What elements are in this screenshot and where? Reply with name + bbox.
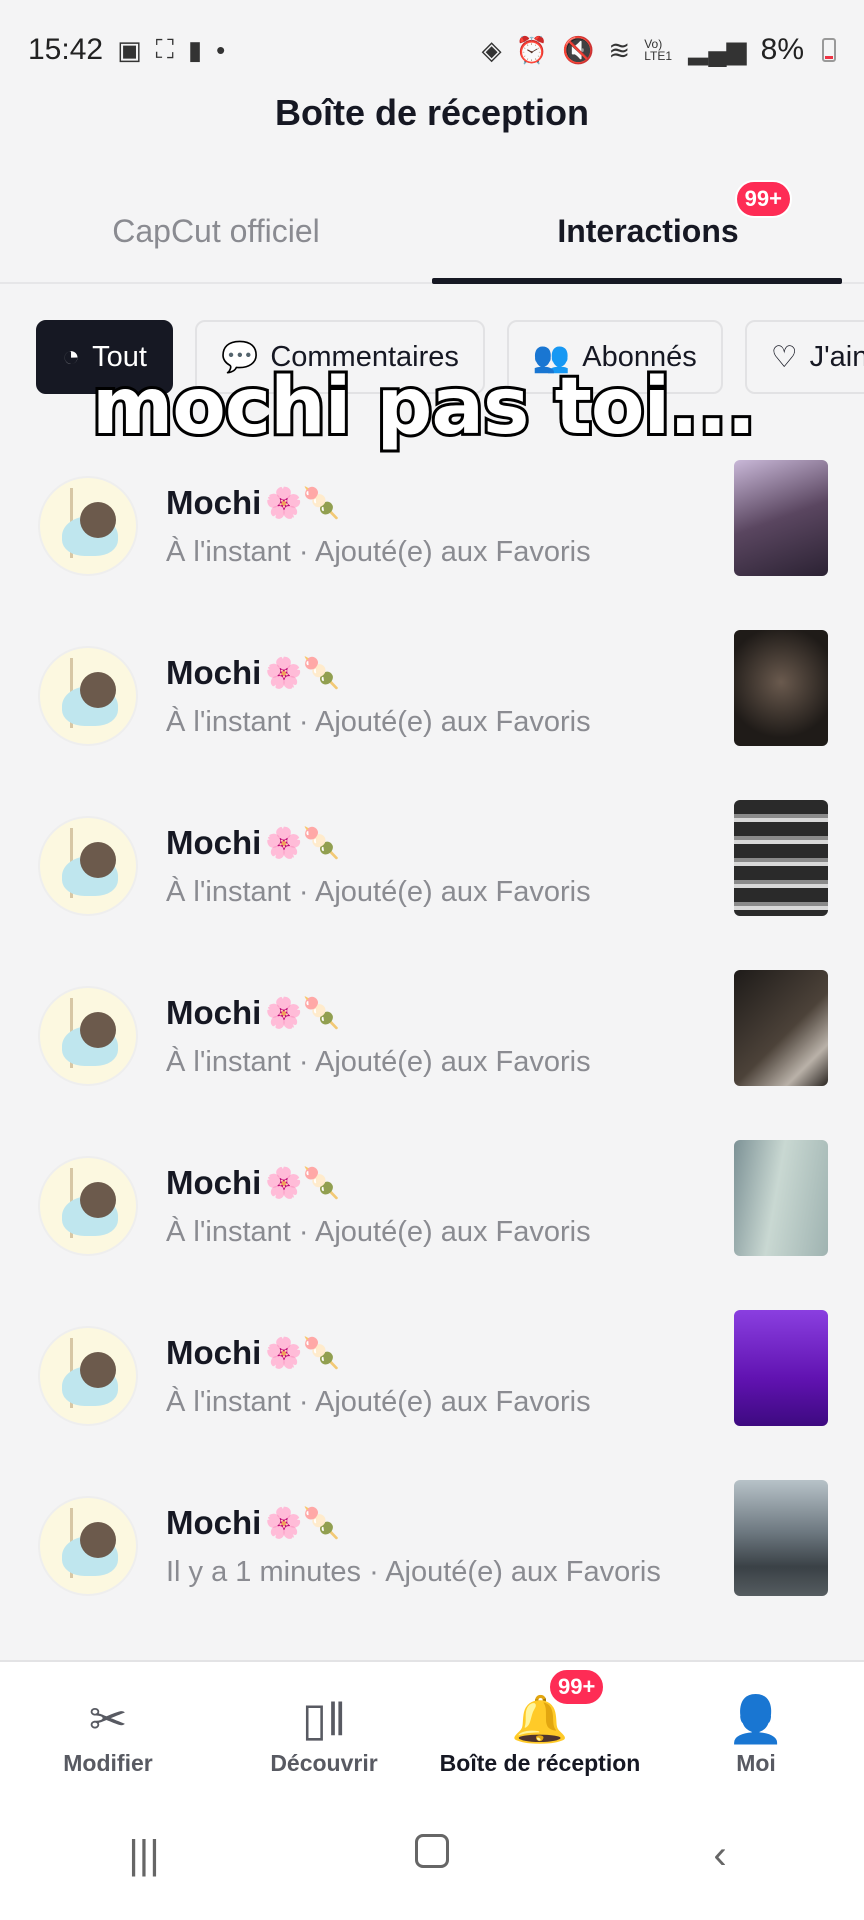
user-name[interactable]: Mochi: [166, 1164, 261, 1202]
video-thumbnail[interactable]: [734, 800, 828, 916]
nav-label: Découvrir: [270, 1750, 378, 1776]
dot-icon: •: [216, 34, 226, 65]
home-icon[interactable]: [372, 1833, 492, 1878]
wifi-icon: ≋: [608, 34, 631, 65]
video-thumbnail[interactable]: [734, 1310, 828, 1426]
mute-icon: 🔇: [562, 34, 595, 65]
name-row: Mochi 🌸🍡: [166, 824, 340, 862]
name-emoji: 🌸🍡: [265, 656, 341, 690]
status-right: ◈ ⏰ 🔇 ≋ Vo) LTE1 ▂▄▆ 8%: [482, 33, 836, 67]
back-icon[interactable]: ‹: [660, 1833, 780, 1878]
item-subtitle: À l'instant · Ajouté(e) aux Favoris: [166, 1046, 591, 1078]
item-subtitle: Il y a 1 minutes · Ajouté(e) aux Favoris: [166, 1556, 661, 1588]
item-subtitle: À l'instant · Ajouté(e) aux Favoris: [166, 1216, 591, 1248]
status-left: 15:42 ▣ ⛶ ▮ •: [28, 33, 225, 67]
video-thumbnail[interactable]: [734, 460, 828, 576]
name-emoji: 🌸🍡: [265, 826, 341, 860]
name-emoji: 🌸🍡: [265, 1166, 341, 1200]
battery-icon: [822, 38, 836, 62]
user-name[interactable]: Mochi: [166, 1504, 261, 1542]
screenshot-icon: ⛶: [155, 34, 174, 64]
chip-jaime[interactable]: ♡ J'ain: [744, 320, 864, 394]
android-icon: ◈: [481, 34, 502, 65]
top-tabs: CapCut officiel Interactions 99+: [0, 180, 864, 284]
name-row: Mochi 🌸🍡: [166, 1504, 340, 1542]
heart-icon: ♡: [770, 340, 798, 374]
tab-interactions[interactable]: Interactions 99+: [432, 180, 864, 284]
user-name[interactable]: Mochi: [166, 824, 261, 862]
battery-alert-icon: ▮: [187, 34, 203, 65]
name-row: Mochi 🌸🍡: [166, 1164, 340, 1202]
nav-moi[interactable]: 👤 Moi: [648, 1662, 864, 1790]
scissors-icon: ✂: [88, 1693, 128, 1745]
user-name[interactable]: Mochi: [166, 484, 261, 522]
notification-badge: 99+: [734, 180, 792, 218]
nav-label: Moi: [736, 1750, 776, 1776]
avatar[interactable]: [38, 1156, 138, 1256]
tab-label: Interactions: [557, 212, 739, 249]
avatar[interactable]: [38, 476, 138, 576]
nav-boite-de-reception[interactable]: 🔔 99+ Boîte de réception: [432, 1662, 648, 1790]
battery-percent: 8%: [760, 33, 804, 66]
tab-capcut-officiel[interactable]: CapCut officiel: [0, 180, 432, 282]
avatar[interactable]: [38, 646, 138, 746]
nav-decouvrir[interactable]: ▯‖ Découvrir: [216, 1662, 432, 1790]
video-thumbnail[interactable]: [734, 970, 828, 1086]
name-emoji: 🌸🍡: [265, 996, 341, 1030]
item-subtitle: À l'instant · Ajouté(e) aux Favoris: [166, 876, 591, 908]
recent-apps-icon[interactable]: |||: [84, 1833, 204, 1878]
user-name[interactable]: Mochi: [166, 654, 261, 692]
user-name[interactable]: Mochi: [166, 1334, 261, 1372]
bottom-nav: ✂ Modifier ▯‖ Découvrir 🔔 99+ Boîte de r…: [0, 1660, 864, 1790]
avatar[interactable]: [38, 1326, 138, 1426]
notification-list: Mochi 🌸🍡 À l'instant · Ajouté(e) aux Fav…: [0, 460, 864, 1650]
item-subtitle: À l'instant · Ajouté(e) aux Favoris: [166, 536, 591, 568]
video-thumbnail[interactable]: [734, 630, 828, 746]
list-item[interactable]: Mochi 🌸🍡 Il y a 1 minutes · Ajouté(e) au…: [0, 1480, 864, 1650]
signal-icon: ▂▄▆: [688, 34, 747, 65]
list-item[interactable]: Mochi 🌸🍡 À l'instant · Ajouté(e) aux Fav…: [0, 460, 864, 630]
avatar[interactable]: [38, 986, 138, 1086]
lte-icon: Vo) LTE1: [644, 37, 673, 63]
nav-modifier[interactable]: ✂ Modifier: [0, 1662, 216, 1790]
chip-label: J'ain: [809, 340, 864, 373]
avatar[interactable]: [38, 816, 138, 916]
profile-icon: 👤: [727, 1693, 785, 1745]
nav-label: Boîte de réception: [439, 1750, 641, 1776]
nav-label: Modifier: [63, 1750, 153, 1776]
video-thumbnail[interactable]: [734, 1140, 828, 1256]
avatar[interactable]: [38, 1496, 138, 1596]
name-row: Mochi 🌸🍡: [166, 484, 340, 522]
activity-icon: ◔: [62, 340, 81, 373]
name-row: Mochi 🌸🍡: [166, 654, 340, 692]
item-subtitle: À l'instant · Ajouté(e) aux Favoris: [166, 706, 591, 738]
image-icon: ▣: [117, 34, 142, 65]
alarm-icon: ⏰: [515, 34, 549, 65]
notification-badge: 99+: [548, 1668, 606, 1706]
list-item[interactable]: Mochi 🌸🍡 À l'instant · Ajouté(e) aux Fav…: [0, 1310, 864, 1480]
name-row: Mochi 🌸🍡: [166, 1334, 340, 1372]
status-bar: 15:42 ▣ ⛶ ▮ • ◈ ⏰ 🔇 ≋ Vo) LTE1 ▂▄▆ 8%: [0, 0, 864, 100]
video-thumbnail[interactable]: [734, 1480, 828, 1596]
list-item[interactable]: Mochi 🌸🍡 À l'instant · Ajouté(e) aux Fav…: [0, 970, 864, 1140]
user-name[interactable]: Mochi: [166, 994, 261, 1032]
name-row: Mochi 🌸🍡: [166, 994, 340, 1032]
page-title: Boîte de réception: [274, 92, 590, 133]
list-item[interactable]: Mochi 🌸🍡 À l'instant · Ajouté(e) aux Fav…: [0, 800, 864, 970]
name-emoji: 🌸🍡: [265, 1336, 341, 1370]
system-nav: ||| ‹: [0, 1790, 864, 1920]
tab-label: CapCut officiel: [112, 212, 320, 249]
discover-icon: ▯‖: [301, 1693, 347, 1745]
list-item[interactable]: Mochi 🌸🍡 À l'instant · Ajouté(e) aux Fav…: [0, 630, 864, 800]
overlay-caption: mochi pas toi...: [89, 359, 759, 455]
name-emoji: 🌸🍡: [265, 486, 341, 520]
status-time: 15:42: [28, 33, 104, 66]
item-subtitle: À l'instant · Ajouté(e) aux Favoris: [166, 1386, 591, 1418]
name-emoji: 🌸🍡: [265, 1506, 341, 1540]
list-item[interactable]: Mochi 🌸🍡 À l'instant · Ajouté(e) aux Fav…: [0, 1140, 864, 1310]
